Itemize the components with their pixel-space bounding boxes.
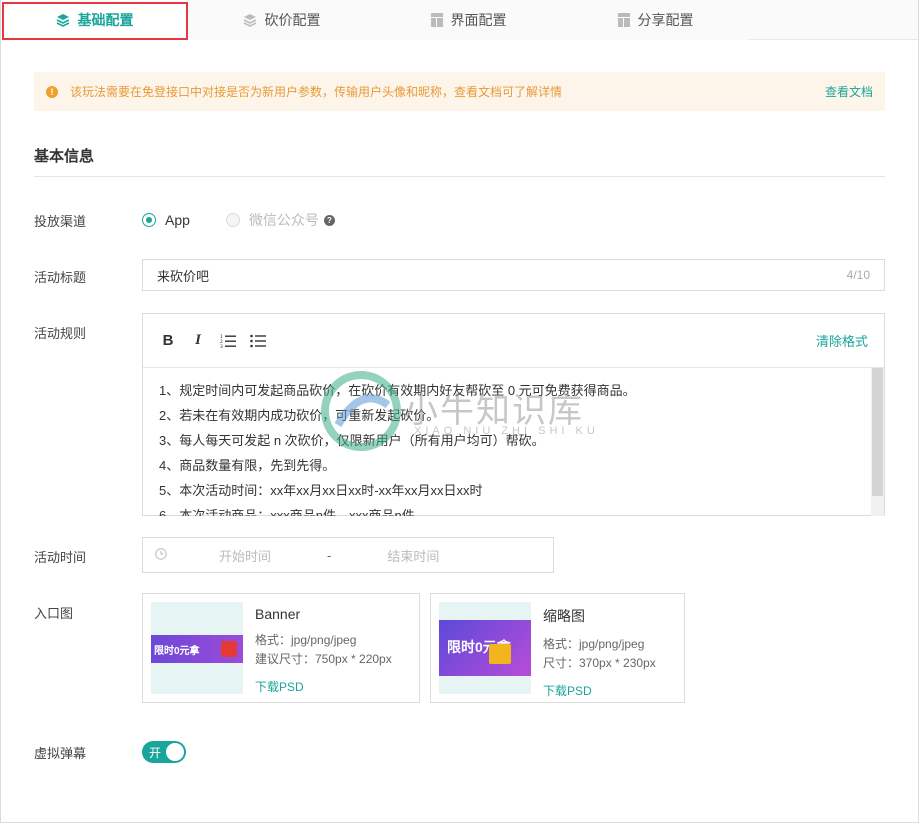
download-psd-link[interactable]: 下载PSD — [255, 678, 392, 695]
toggle-knob — [166, 743, 184, 761]
tab-label: 基础配置 — [77, 12, 134, 28]
radio-label: 微信公众号 — [248, 212, 319, 228]
card-info: 缩略图 格式：jpg/png/jpeg 尺寸：370px * 230px 下载P… — [543, 606, 656, 699]
editor-toolbar: B I 123 清除格式 — [143, 314, 884, 368]
rule-line: 2、若未在有效期内成功砍价，可重新发起砍价。 — [159, 408, 440, 423]
banner-thumbnail[interactable]: 限时0元拿 — [151, 602, 243, 694]
radio-unchecked-icon — [225, 213, 240, 227]
thumbnail-preview-image: 限时0元拿 — [439, 620, 531, 676]
editor-scrollbar[interactable] — [871, 368, 884, 516]
notice-banner: ! 该玩法需要在免登接口中对接是否为新用户参数，传输用户头像和昵称，查看文档可了… — [34, 72, 885, 111]
layers-icon — [56, 13, 70, 27]
rule-line: 6、本次活动商品：xxx商品n件，xxx商品n件 — [159, 508, 415, 516]
section-divider — [34, 176, 885, 177]
ordered-list-icon[interactable]: 123 — [219, 332, 237, 350]
clock-icon — [155, 547, 167, 563]
banner-preview-image: 限时0元拿 — [151, 635, 243, 663]
scrollbar-thumb[interactable] — [872, 368, 883, 496]
help-icon[interactable]: ? — [323, 214, 335, 226]
channel-radio-group: App 微信公众号 ? — [142, 210, 371, 230]
channel-label: 投放渠道 — [34, 214, 87, 229]
clear-format-button[interactable]: 清除格式 — [816, 331, 868, 350]
virtual-popup-toggle[interactable]: 开 — [142, 741, 186, 763]
virtual-popup-label: 虚拟弹幕 — [34, 746, 87, 761]
section-title: 基本信息 — [34, 148, 95, 165]
bold-button[interactable]: B — [159, 332, 177, 350]
editor-body[interactable]: 1、规定时间内可发起商品砍价，在砍价有效期内好友帮砍至 0 元可免费获得商品。 … — [143, 368, 884, 516]
start-time-input[interactable]: 开始时间 — [219, 546, 271, 565]
rules-editor[interactable]: B I 123 清除格式 1、规定时间内可发起商品砍价，在砍价有效期内好友帮砍至… — [142, 313, 885, 516]
banner-image-card: 限时0元拿 Banner 格式：jpg/png/jpeg 建议尺寸：750px … — [142, 593, 420, 703]
svg-text:3: 3 — [220, 344, 223, 348]
toggle-label: 开 — [149, 746, 162, 760]
activity-title-input[interactable]: 来砍价吧 4/10 — [142, 259, 885, 291]
tab-ui-config[interactable]: 界面配置 — [375, 0, 562, 40]
radio-app[interactable]: App — [142, 212, 190, 228]
date-separator: - — [327, 547, 332, 563]
entry-image-label: 入口图 — [34, 606, 74, 621]
gift-icon — [221, 641, 237, 657]
rule-line: 1、规定时间内可发起商品砍价，在砍价有效期内好友帮砍至 0 元可免费获得商品。 — [159, 383, 636, 398]
download-psd-link[interactable]: 下载PSD — [543, 682, 656, 699]
rule-line: 4、商品数量有限，先到先得。 — [159, 458, 336, 473]
layout-icon — [430, 13, 443, 27]
radio-checked-icon — [142, 213, 156, 227]
thumbnail-image-card: 限时0元拿 缩略图 格式：jpg/png/jpeg 尺寸：370px * 230… — [430, 593, 685, 703]
activity-title-value: 来砍价吧 — [157, 268, 210, 284]
rule-line: 5、本次活动时间：xx年xx月xx日xx时-xx年xx月xx日xx时 — [159, 483, 483, 498]
date-range-picker[interactable]: 开始时间 - 结束时间 — [142, 537, 554, 573]
card-name: 缩略图 — [543, 608, 585, 624]
activity-time-label: 活动时间 — [34, 550, 87, 565]
notice-text: 该玩法需要在免登接口中对接是否为新用户参数，传输用户头像和昵称，查看文档可了解详… — [70, 85, 563, 99]
layers-icon — [243, 13, 257, 27]
tab-bar: 基础配置 砍价配置 界面配置 分享配置 — [1, 0, 918, 40]
rules-label: 活动规则 — [34, 326, 87, 341]
char-count: 4/10 — [846, 268, 870, 282]
radio-label: App — [165, 212, 190, 228]
card-format: 格式：jpg/png/jpeg — [543, 637, 645, 651]
card-size: 建议尺寸：750px * 220px — [255, 652, 392, 666]
thumb-text: 限时0元拿 — [154, 646, 200, 657]
tab-label: 分享配置 — [637, 12, 694, 28]
rule-line: 3、每人每天可发起 n 次砍价，仅限新用户（所有用户均可）帮砍。 — [159, 433, 545, 448]
italic-button[interactable]: I — [189, 332, 207, 350]
tab-label: 砍价配置 — [264, 12, 321, 28]
view-docs-link[interactable]: 查看文档 — [825, 83, 873, 100]
tab-basic-config[interactable]: 基础配置 — [1, 0, 188, 40]
bullet-list-icon[interactable] — [249, 332, 267, 350]
gift-icon — [489, 644, 511, 664]
card-name: Banner — [255, 606, 301, 622]
card-info: Banner 格式：jpg/png/jpeg 建议尺寸：750px * 220p… — [255, 606, 392, 695]
card-format: 格式：jpg/png/jpeg — [255, 633, 357, 647]
tab-share-config[interactable]: 分享配置 — [562, 0, 749, 40]
thumbnail-thumbnail[interactable]: 限时0元拿 — [439, 602, 531, 694]
end-time-input[interactable]: 结束时间 — [387, 546, 439, 565]
warning-icon: ! — [46, 85, 58, 98]
tab-bargain-config[interactable]: 砍价配置 — [188, 0, 375, 40]
radio-wechat[interactable]: 微信公众号 ? — [225, 210, 335, 230]
activity-title-label: 活动标题 — [34, 270, 87, 285]
tab-label: 界面配置 — [450, 12, 507, 28]
card-size: 尺寸：370px * 230px — [543, 656, 656, 670]
layout-icon — [617, 13, 630, 27]
